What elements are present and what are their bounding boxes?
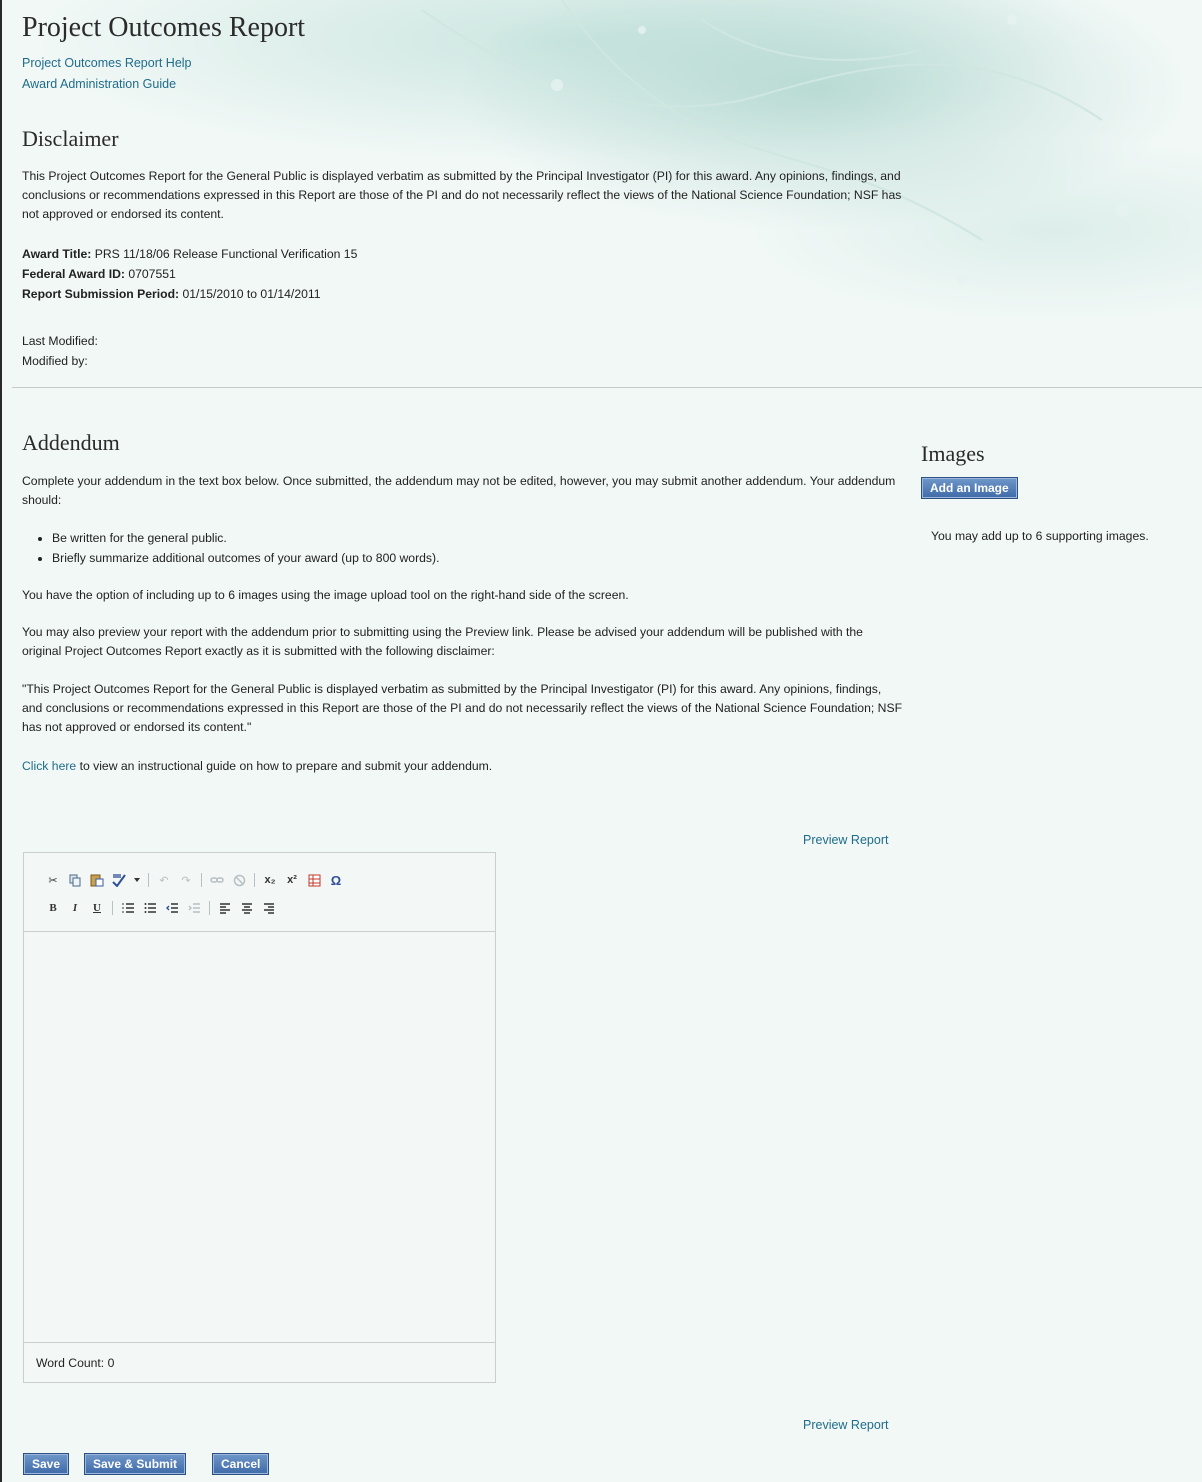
bold-icon[interactable]: B	[46, 901, 60, 915]
redo-icon[interactable]: ↷	[179, 873, 193, 887]
align-center-icon[interactable]	[240, 901, 254, 915]
add-image-button[interactable]: Add an Image	[921, 477, 1018, 499]
editor-toolbar: ✂ ↶ ↷ x₂ x² Ω B I U	[24, 853, 495, 932]
align-left-icon[interactable]	[218, 901, 232, 915]
copy-icon[interactable]	[68, 873, 82, 887]
italic-icon[interactable]: I	[68, 901, 82, 915]
submission-period-value: 01/15/2010 to 01/14/2011	[182, 287, 321, 301]
cancel-button[interactable]: Cancel	[212, 1453, 270, 1475]
dropdown-arrow-icon[interactable]	[134, 873, 140, 887]
images-limit-note: You may add up to 6 supporting images.	[931, 529, 1149, 543]
federal-award-value: 0707551	[128, 267, 176, 281]
last-modified-label: Last Modified:	[22, 334, 98, 348]
underline-icon[interactable]: U	[90, 901, 104, 915]
addendum-intro: Complete your addendum in the text box b…	[22, 474, 896, 507]
federal-award-line: Federal Award ID: 0707551	[22, 265, 176, 284]
paste-word-icon[interactable]	[90, 873, 104, 887]
toolbar-separator	[112, 901, 113, 915]
toolbar-row-2: B I U	[46, 899, 276, 917]
toolbar-separator	[254, 873, 255, 887]
toolbar-separator	[209, 901, 210, 915]
undo-icon[interactable]: ↶	[157, 873, 171, 887]
toolbar-separator	[148, 873, 149, 887]
subscript-icon[interactable]: x₂	[263, 873, 277, 887]
images-option-note: You have the option of including up to 6…	[22, 588, 629, 602]
link-icon[interactable]	[210, 873, 224, 887]
preview-report-link-top[interactable]: Preview Report	[803, 833, 888, 847]
click-here-link[interactable]: Click here	[22, 759, 76, 773]
submission-period-label: Report Submission Period:	[22, 287, 180, 301]
word-count: Word Count: 0	[24, 1342, 495, 1382]
award-title-line: Award Title: PRS 11/18/06 Release Functi…	[22, 245, 357, 264]
unlink-icon[interactable]	[232, 873, 246, 887]
ordered-list-icon[interactable]	[121, 901, 135, 915]
section-divider	[12, 387, 1202, 388]
cut-icon[interactable]: ✂	[46, 873, 60, 887]
save-and-submit-button[interactable]: Save & Submit	[84, 1453, 187, 1475]
disclaimer-quote: "This Project Outcomes Report for the Ge…	[22, 682, 903, 734]
help-link[interactable]: Project Outcomes Report Help	[22, 56, 192, 70]
superscript-icon[interactable]: x²	[285, 873, 299, 887]
table-icon[interactable]	[307, 873, 321, 887]
indent-icon[interactable]	[187, 901, 201, 915]
special-char-icon[interactable]: Ω	[329, 873, 343, 888]
addendum-heading: Addendum	[22, 430, 120, 455]
preview-note: You may also preview your report with th…	[22, 625, 863, 658]
federal-award-label: Federal Award ID:	[22, 267, 125, 281]
save-button[interactable]: Save	[23, 1453, 70, 1475]
images-heading: Images	[921, 441, 985, 466]
preview-report-link-bottom[interactable]: Preview Report	[803, 1418, 888, 1432]
addendum-bullets: Be written for the general public. Brief…	[22, 528, 439, 568]
award-title-label: Award Title:	[22, 247, 92, 261]
instructional-guide-text: to view an instructional guide on how to…	[76, 759, 493, 773]
page-title: Project Outcomes Report	[22, 12, 306, 43]
align-right-icon[interactable]	[262, 901, 276, 915]
toolbar-separator	[201, 873, 202, 887]
list-item: Be written for the general public.	[52, 528, 439, 548]
list-item: Briefly summarize additional outcomes of…	[52, 548, 439, 568]
award-title-value: PRS 11/18/06 Release Functional Verifica…	[94, 247, 358, 261]
outdent-icon[interactable]	[165, 901, 179, 915]
instructional-guide-line: Click here to view an instructional guid…	[22, 757, 902, 776]
unordered-list-icon[interactable]	[143, 901, 157, 915]
toolbar-row-1: ✂ ↶ ↷ x₂ x² Ω	[46, 871, 343, 889]
spellcheck-icon[interactable]	[112, 873, 126, 887]
addendum-text-area[interactable]	[24, 932, 495, 1342]
disclaimer-text: This Project Outcomes Report for the Gen…	[22, 169, 902, 221]
page: Project Outcomes Report Project Outcomes…	[0, 0, 1202, 1482]
submission-period-line: Report Submission Period: 01/15/2010 to …	[22, 285, 321, 304]
award-guide-link[interactable]: Award Administration Guide	[22, 77, 176, 91]
modified-by-label: Modified by:	[22, 354, 88, 368]
disclaimer-heading: Disclaimer	[22, 126, 119, 151]
addendum-editor: ✂ ↶ ↷ x₂ x² Ω B I U Word Count: 0	[23, 852, 496, 1383]
